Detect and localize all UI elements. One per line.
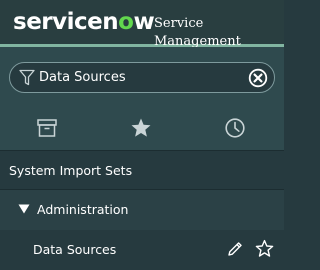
- banner-header: servicenow Service Management: [0, 0, 284, 49]
- module-label[interactable]: Data Sources: [33, 241, 116, 259]
- star-icon[interactable]: [130, 117, 152, 139]
- filter-icon: [19, 69, 35, 86]
- logo-o: o: [118, 9, 134, 35]
- navigator-tree: System Import Sets Administration Data S…: [0, 150, 284, 270]
- star-outline-icon[interactable]: [255, 239, 274, 258]
- filter-input-value[interactable]: Data Sources: [39, 69, 126, 87]
- app-name: Service Management: [154, 16, 241, 49]
- history-icon[interactable]: [224, 117, 246, 139]
- logo-prefix: servicen: [13, 9, 119, 35]
- archive-icon[interactable]: [36, 117, 58, 139]
- module-group-label: Administration: [37, 202, 129, 217]
- logo-suffix: w: [133, 9, 155, 35]
- clear-icon[interactable]: [248, 68, 268, 88]
- caret-down-icon[interactable]: [18, 204, 30, 214]
- module-group-administration[interactable]: Administration: [0, 190, 284, 230]
- application-navigator: servicenow Service Management Data Sourc…: [0, 0, 284, 270]
- filter-area: Data Sources: [0, 47, 284, 107]
- filter-navigator-input[interactable]: Data Sources: [9, 62, 275, 93]
- module-data-sources[interactable]: Data Sources: [0, 230, 284, 270]
- divider: [0, 150, 284, 151]
- servicenow-logo[interactable]: servicenow: [13, 7, 155, 37]
- pencil-icon[interactable]: [226, 240, 244, 258]
- navigator-tabs: [0, 107, 284, 150]
- application-menu-label[interactable]: System Import Sets: [9, 162, 132, 180]
